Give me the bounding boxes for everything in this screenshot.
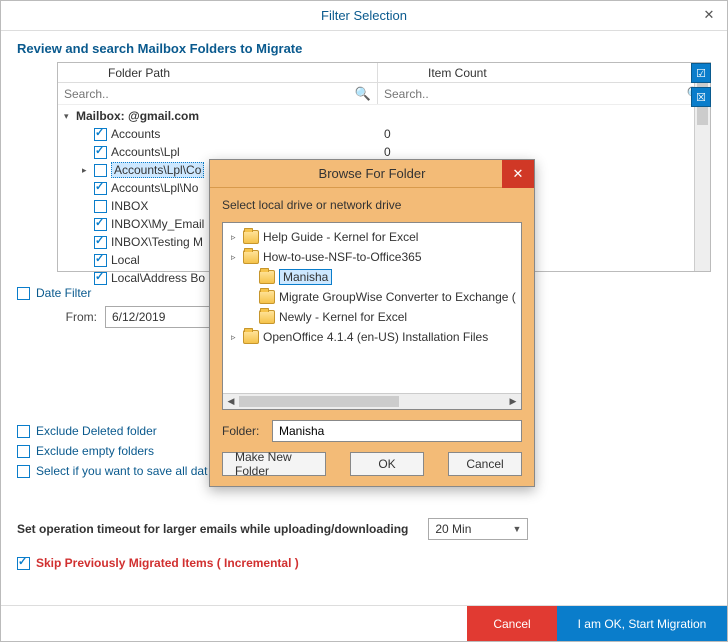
browse-folder-row[interactable]: Manisha	[227, 267, 517, 287]
folder-icon	[243, 330, 259, 344]
expand-caret-icon[interactable]: ▹	[231, 252, 243, 263]
folder-label: Mailbox: @gmail.com	[76, 109, 199, 123]
browse-folder-label: How-to-use-NSF-to-Office365	[263, 250, 422, 264]
folder-label: Accounts\Lpl	[111, 145, 180, 159]
folder-label: Accounts	[111, 127, 160, 141]
expand-caret-icon[interactable]: ▹	[231, 232, 243, 243]
folder-checkbox[interactable]	[94, 146, 107, 159]
dialog-folder-tree: ▹ Help Guide - Kernel for Excel ▹ How-to-us…	[222, 222, 522, 410]
from-label: From:	[47, 310, 97, 324]
search-folder-path-input[interactable]	[58, 83, 377, 104]
search-icon[interactable]: 🔍	[355, 86, 371, 102]
folder-tree-row[interactable]: ▾Mailbox: @gmail.com	[58, 107, 710, 125]
uncheck-all-button[interactable]: ☒	[691, 87, 711, 107]
make-new-folder-button[interactable]: Make New Folder	[222, 452, 326, 476]
folder-icon	[259, 310, 275, 324]
dialog-titlebar: Browse For Folder ✕	[210, 160, 534, 188]
column-folder-path[interactable]: Folder Path	[58, 63, 378, 82]
horizontal-scrollbar[interactable]: ◀ ▶	[223, 393, 521, 409]
folder-label: Accounts\Lpl\No	[111, 181, 198, 195]
skip-incremental-checkbox[interactable]: Skip Previously Migrated Items ( Increme…	[17, 556, 711, 570]
expand-caret-icon[interactable]: ▾	[64, 111, 76, 122]
browse-folder-label: Manisha	[279, 269, 332, 285]
chevron-down-icon: ▼	[512, 524, 521, 534]
scroll-left-icon[interactable]: ◀	[223, 396, 239, 407]
folder-icon	[259, 270, 275, 284]
dialog-close-button[interactable]: ✕	[502, 160, 534, 188]
folder-name-input[interactable]	[272, 420, 522, 442]
check-all-button[interactable]: ☑	[691, 63, 711, 83]
section-header: Review and search Mailbox Folders to Mig…	[1, 31, 727, 62]
browse-folder-dialog: Browse For Folder ✕ Select local drive o…	[209, 159, 535, 487]
folder-icon	[243, 230, 259, 244]
start-migration-button[interactable]: I am OK, Start Migration	[557, 606, 727, 641]
cancel-button[interactable]: Cancel	[467, 606, 557, 641]
folder-checkbox[interactable]	[94, 164, 107, 177]
folder-tree-row[interactable]: Accounts 0	[58, 125, 710, 143]
dialog-instruction: Select local drive or network drive	[222, 198, 522, 212]
window-close-button[interactable]: ✕	[699, 5, 719, 25]
item-count: 0	[384, 127, 391, 141]
ok-button[interactable]: OK	[350, 452, 424, 476]
browse-folder-label: OpenOffice 4.1.4 (en-US) Installation Fi…	[263, 330, 488, 344]
titlebar: Filter Selection ✕	[1, 1, 727, 31]
item-count: 0	[384, 145, 391, 159]
browse-folder-row[interactable]: ▹ OpenOffice 4.1.4 (en-US) Installation F…	[227, 327, 517, 347]
folder-label: Local	[111, 253, 140, 267]
folder-checkbox[interactable]	[94, 272, 107, 285]
browse-folder-label: Newly - Kernel for Excel	[279, 310, 407, 324]
browse-folder-label: Migrate GroupWise Converter to Exchange …	[279, 290, 516, 304]
folder-label: INBOX\My_Email	[111, 217, 204, 231]
folder-label: Local\Address Bo	[111, 271, 205, 285]
folder-checkbox[interactable]	[94, 128, 107, 141]
folder-label: Accounts\Lpl\Co	[111, 162, 204, 178]
folder-checkbox[interactable]	[94, 200, 107, 213]
expand-caret-icon[interactable]: ▸	[82, 165, 94, 176]
expand-caret-icon[interactable]: ▹	[231, 332, 243, 343]
folder-checkbox[interactable]	[94, 254, 107, 267]
search-item-count-input[interactable]	[378, 83, 709, 104]
column-item-count[interactable]: Item Count	[378, 63, 710, 82]
folder-icon	[259, 290, 275, 304]
timeout-label: Set operation timeout for larger emails …	[17, 522, 408, 536]
window-title: Filter Selection	[321, 8, 407, 23]
browse-folder-row[interactable]: Newly - Kernel for Excel	[227, 307, 517, 327]
folder-label: INBOX\Testing M	[111, 235, 203, 249]
browse-folder-label: Help Guide - Kernel for Excel	[263, 230, 418, 244]
browse-folder-row[interactable]: Migrate GroupWise Converter to Exchange …	[227, 287, 517, 307]
browse-folder-row[interactable]: ▹ How-to-use-NSF-to-Office365	[227, 247, 517, 267]
folder-label: INBOX	[111, 199, 148, 213]
browse-folder-row[interactable]: ▹ Help Guide - Kernel for Excel	[227, 227, 517, 247]
scroll-right-icon[interactable]: ▶	[505, 396, 521, 407]
folder-icon	[243, 250, 259, 264]
folder-checkbox[interactable]	[94, 182, 107, 195]
timeout-select[interactable]: 20 Min ▼	[428, 518, 528, 540]
folder-checkbox[interactable]	[94, 218, 107, 231]
modal-cancel-button[interactable]: Cancel	[448, 452, 522, 476]
folder-label: Folder:	[222, 424, 272, 438]
folder-checkbox[interactable]	[94, 236, 107, 249]
